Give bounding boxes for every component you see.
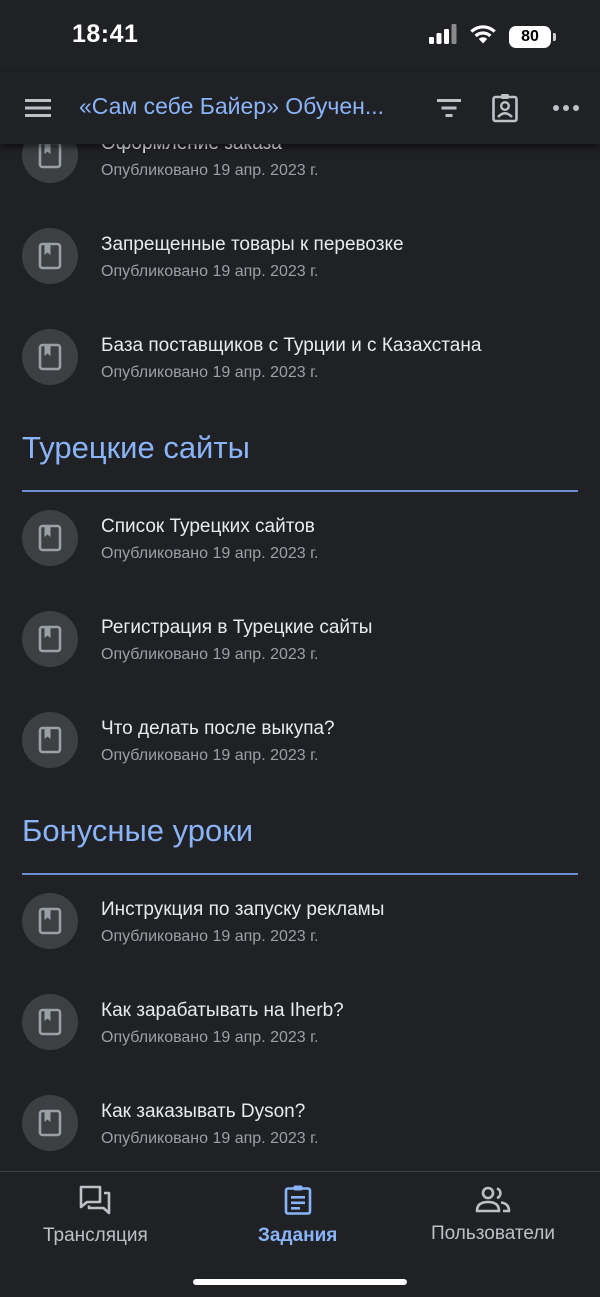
topic-list-item[interactable]: База поставщиков с Турции и с Казахстана…: [0, 329, 600, 430]
material-icon: [22, 712, 78, 768]
book-icon: [37, 1008, 63, 1036]
book-icon: [37, 1109, 63, 1137]
item-title: Инструкция по запуску рекламы: [101, 899, 385, 920]
item-posted-date: Опубликовано 19 апр. 2023 г.: [101, 646, 319, 663]
assignment-ind-icon[interactable]: [487, 90, 523, 126]
material-icon: [22, 611, 78, 667]
wifi-icon: [469, 24, 497, 49]
material-icon: [22, 228, 78, 284]
item-posted-date: Опубликовано 19 апр. 2023 г.: [101, 263, 319, 280]
home-indicator[interactable]: [193, 1279, 407, 1285]
item-posted-date: Опубликовано 19 апр. 2023 г.: [101, 1130, 319, 1147]
item-posted-date: Опубликовано 19 апр. 2023 г.: [101, 545, 319, 562]
battery-level: 80: [509, 25, 551, 48]
nav-stream[interactable]: Трансляция: [43, 1184, 148, 1247]
book-icon: [37, 343, 63, 371]
item-title: Как зарабатывать на Iherb?: [101, 1000, 344, 1021]
item-posted-date: Опубликовано 19 апр. 2023 г.: [101, 1029, 319, 1046]
item-posted-date: Опубликовано 19 апр. 2023 г.: [101, 364, 319, 381]
section-header: Бонусные уроки: [0, 813, 600, 893]
item-posted-date: Опубликовано 19 апр. 2023 г.: [101, 747, 319, 764]
nav-classwork-label: Задания: [258, 1225, 338, 1246]
book-icon: [37, 625, 63, 653]
item-posted-date: Опубликовано 19 апр. 2023 г.: [101, 928, 319, 945]
material-icon: [22, 1095, 78, 1151]
book-icon: [37, 726, 63, 754]
book-icon: [37, 242, 63, 270]
section-title[interactable]: Турецкие сайты: [22, 430, 250, 466]
item-title: Что делать после выкупа?: [101, 718, 335, 739]
topic-list-item[interactable]: Запрещенные товары к перевозке Опубликова…: [0, 228, 600, 329]
topic-list-item[interactable]: Список Турецких сайтов Опубликовано 19 ап…: [0, 510, 600, 611]
stream-content: Оформление заказа Опубликовано 19 апр. 20…: [0, 144, 600, 1171]
signal-icon: [429, 24, 457, 49]
book-icon: [37, 907, 63, 935]
item-title: Запрещенные товары к перевозке: [101, 234, 404, 255]
status-time: 18:41: [72, 20, 139, 48]
battery-icon: 80: [509, 25, 556, 48]
material-icon: [22, 893, 78, 949]
assignment-icon: [283, 1184, 313, 1221]
item-title: Оформление заказа: [101, 144, 282, 155]
people-icon: [475, 1184, 511, 1219]
item-posted-date: Опубликовано 19 апр. 2023 г.: [101, 162, 319, 179]
topic-list: Оформление заказа Опубликовано 19 апр. 20…: [0, 144, 600, 1171]
material-icon: [22, 144, 78, 183]
topic-list-item[interactable]: Как зарабатывать на Iherb? Опубликовано 1…: [0, 994, 600, 1095]
book-icon: [37, 144, 63, 169]
more-horiz-icon[interactable]: [548, 90, 584, 126]
app-bar: «Сам себе Байер» Обучен...: [0, 72, 600, 144]
topic-list-item[interactable]: Регистрация в Турецкие сайты Опубликовано…: [0, 611, 600, 712]
item-title: Регистрация в Турецкие сайты: [101, 617, 373, 638]
status-bar: 18:41 80: [0, 0, 600, 72]
topic-list-item[interactable]: Что делать после выкупа? Опубликовано 19 …: [0, 712, 600, 813]
topic-list-item[interactable]: Оформление заказа Опубликовано 19 апр. 20…: [0, 144, 600, 228]
nav-classwork[interactable]: Задания: [258, 1184, 337, 1247]
section-divider: [22, 490, 578, 492]
class-title[interactable]: «Сам себе Байер» Обучен...: [79, 93, 415, 120]
material-icon: [22, 994, 78, 1050]
item-title: Список Турецких сайтов: [101, 516, 315, 537]
item-title: База поставщиков с Турции и с Казахстана: [101, 335, 482, 356]
filter-icon[interactable]: [431, 90, 467, 126]
nav-people-label: Пользователи: [431, 1223, 556, 1244]
section-divider: [22, 873, 578, 875]
item-title: Как заказывать Dyson?: [101, 1101, 306, 1122]
menu-icon[interactable]: [22, 93, 56, 123]
material-icon: [22, 510, 78, 566]
section-title[interactable]: Бонусные уроки: [22, 813, 253, 849]
material-icon: [22, 329, 78, 385]
topic-list-item[interactable]: Инструкция по запуску рекламы Опубликован…: [0, 893, 600, 994]
nav-people[interactable]: Пользователи: [431, 1184, 555, 1245]
nav-stream-label: Трансляция: [43, 1225, 148, 1246]
topic-list-item[interactable]: Как заказывать Dyson? Опубликовано 19 апр…: [0, 1095, 600, 1171]
status-icons: 80: [429, 24, 556, 49]
forum-icon: [78, 1184, 112, 1221]
section-header: Турецкие сайты: [0, 430, 600, 510]
book-icon: [37, 524, 63, 552]
